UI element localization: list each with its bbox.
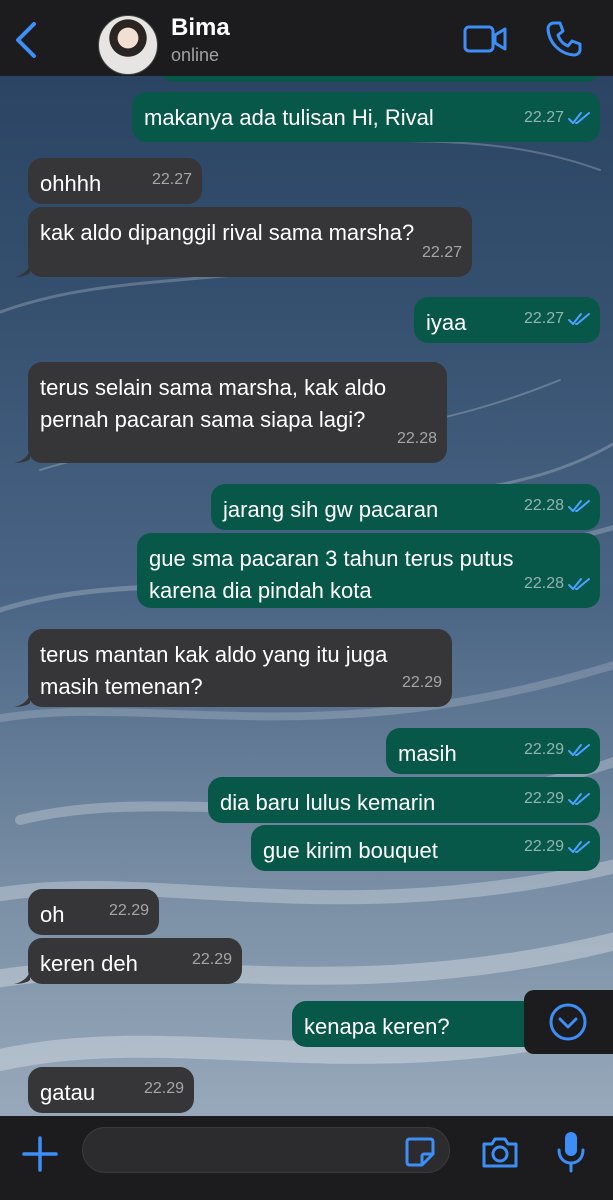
message-text: keren deh <box>40 951 138 976</box>
outgoing-message-bubble[interactable]: dia baru lulus kemarin 22.29 <box>208 777 600 823</box>
incoming-message-bubble[interactable]: keren deh 22.29 <box>28 938 242 984</box>
message-time: 22.29 <box>523 741 564 758</box>
message-text: terus mantan kak aldo yang itu juga masi… <box>40 642 388 699</box>
message-text: kenapa keren? <box>304 1014 450 1039</box>
incoming-message-bubble[interactable]: gatau 22.29 <box>28 1067 194 1113</box>
message-time: 22.29 <box>523 790 564 807</box>
message-text: kak aldo dipanggil rival sama marsha? <box>40 220 415 245</box>
message-meta: 22.29 <box>402 667 442 699</box>
chevron-left-icon[interactable] <box>10 20 44 60</box>
read-receipt-icon <box>568 578 590 590</box>
incoming-message-bubble[interactable]: terus mantan kak aldo yang itu juga masi… <box>28 629 452 707</box>
message-time: 22.28 <box>396 430 437 447</box>
video-call-icon[interactable] <box>462 22 508 56</box>
incoming-message-bubble[interactable]: oh 22.29 <box>28 889 159 935</box>
sticker-icon[interactable] <box>404 1136 436 1168</box>
message-text: oh <box>40 902 65 927</box>
message-text: terus selain sama marsha, kak aldo perna… <box>40 375 387 432</box>
message-time: 22.27 <box>523 109 564 126</box>
message-meta: 22.29 <box>144 1073 184 1105</box>
bubble-tail <box>14 968 30 984</box>
incoming-message-bubble[interactable]: terus selain sama marsha, kak aldo perna… <box>28 362 447 463</box>
read-receipt-icon <box>568 793 590 805</box>
message-time: 22.27 <box>421 244 462 261</box>
outgoing-message-bubble[interactable]: gue sma pacaran 3 tahun terus putus kare… <box>137 533 600 608</box>
contact-name[interactable]: Bima <box>171 14 230 42</box>
incoming-message-bubble[interactable]: kak aldo dipanggil rival sama marsha? 22.… <box>28 207 472 277</box>
message-meta: 22.29 <box>524 734 590 766</box>
message-meta: 22.28 <box>524 568 590 600</box>
message-time: 22.28 <box>523 575 564 592</box>
read-receipt-icon <box>568 112 590 124</box>
message-time: 22.27 <box>523 310 564 327</box>
message-meta: 22.29 <box>109 895 149 927</box>
message-time: 22.29 <box>191 951 232 968</box>
read-receipt-icon <box>568 313 590 325</box>
chat-header: Bima online <box>0 0 613 76</box>
message-time: 22.27 <box>151 171 192 188</box>
chevron-down-icon <box>549 1003 587 1041</box>
message-meta: 22.28 <box>524 490 590 522</box>
outgoing-message-bubble[interactable]: jarang sih gw pacaran 22.28 <box>211 484 600 530</box>
message-time: 22.29 <box>108 902 149 919</box>
bubble-tail <box>14 691 30 707</box>
microphone-icon[interactable] <box>556 1130 586 1174</box>
message-text: gatau <box>40 1080 96 1105</box>
outgoing-message-bubble[interactable]: iyaa 22.27 <box>414 297 600 343</box>
message-meta: 22.28 <box>397 423 437 455</box>
read-receipt-icon <box>568 500 590 512</box>
avatar[interactable] <box>98 15 158 75</box>
message-meta: 22.29 <box>524 783 590 815</box>
message-text: jarang sih gw pacaran <box>223 497 439 522</box>
read-receipt-icon <box>568 841 590 853</box>
message-text: gue sma pacaran 3 tahun terus putus kare… <box>149 546 514 603</box>
message-time: 22.28 <box>523 497 564 514</box>
message-text: gue kirim bouquet <box>263 838 438 863</box>
message-meta: 22.27 <box>152 164 192 196</box>
message-meta: 22.27 <box>422 237 462 269</box>
message-meta: 22.27 <box>524 102 590 134</box>
contact-status: online <box>171 45 220 65</box>
message-text: ohhhh <box>40 171 102 196</box>
plus-icon[interactable] <box>20 1134 60 1174</box>
message-text: masih <box>398 741 457 766</box>
incoming-message-bubble[interactable]: ohhhh 22.27 <box>28 158 202 204</box>
bubble-tail <box>14 261 30 277</box>
message-input[interactable] <box>82 1127 450 1173</box>
message-text: makanya ada tulisan Hi, Rival <box>144 105 434 130</box>
outgoing-message-bubble[interactable]: gue kirim bouquet 22.29 <box>251 825 600 871</box>
message-time: 22.29 <box>523 838 564 855</box>
phone-icon[interactable] <box>545 20 583 58</box>
outgoing-message-bubble[interactable]: masih 22.29 <box>386 728 600 774</box>
message-text: iyaa <box>426 310 467 335</box>
scroll-to-bottom-button[interactable] <box>524 990 613 1054</box>
message-time: 22.29 <box>143 1080 184 1097</box>
message-meta: 22.29 <box>524 831 590 863</box>
message-meta: 22.27 <box>524 303 590 335</box>
camera-icon[interactable] <box>480 1134 520 1170</box>
message-meta: 22.29 <box>192 944 232 976</box>
bubble-tail <box>14 447 30 463</box>
composer-bar <box>0 1116 613 1200</box>
message-text: dia baru lulus kemarin <box>220 790 436 815</box>
read-receipt-icon <box>568 744 590 756</box>
message-time: 22.29 <box>401 674 442 691</box>
outgoing-message-bubble[interactable]: makanya ada tulisan Hi, Rival 22.27 <box>132 92 600 142</box>
